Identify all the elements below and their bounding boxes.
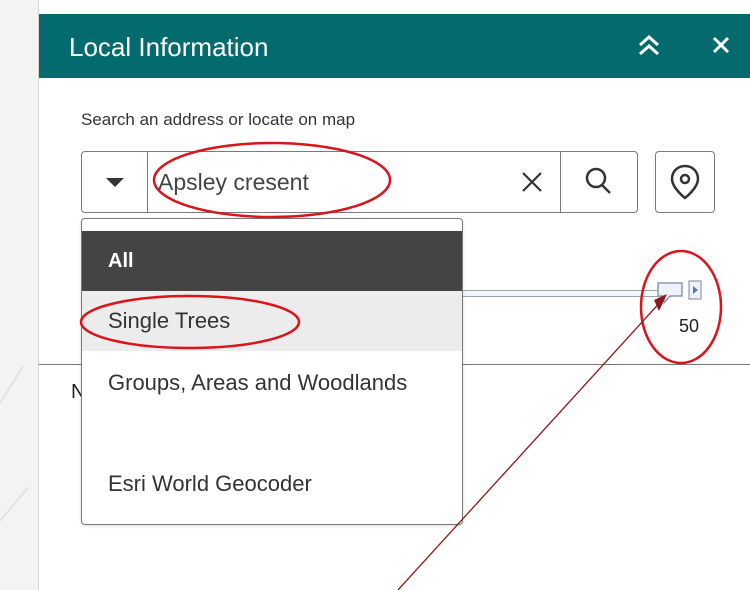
chevrons-up-icon xyxy=(639,34,659,56)
map-road-line xyxy=(0,365,25,404)
local-information-panel: Local Information Search an address or l… xyxy=(38,0,750,590)
search-prompt: Search an address or locate on map xyxy=(81,110,356,129)
close-icon xyxy=(712,36,730,54)
buffer-slider-track[interactable] xyxy=(461,290,673,297)
map-background-edge xyxy=(0,0,38,590)
clear-search-button[interactable] xyxy=(517,167,547,197)
location-pin-icon xyxy=(670,164,700,200)
locate-on-map-button[interactable] xyxy=(655,151,715,213)
dropdown-option-groups-areas-woodlands[interactable]: Groups, Areas and Woodlands xyxy=(82,364,462,444)
slider-handle-icon[interactable] xyxy=(656,280,684,306)
close-icon xyxy=(522,172,542,192)
slider-value: 50 xyxy=(679,316,700,336)
search-input[interactable] xyxy=(158,162,498,202)
panel-title: Local Information xyxy=(69,32,269,62)
dropdown-option-all[interactable]: All xyxy=(82,231,462,291)
map-road-line xyxy=(0,486,30,522)
slider-increment-icon[interactable] xyxy=(688,280,702,300)
dropdown-option-esri-world-geocoder[interactable]: Esri World Geocoder xyxy=(82,459,462,509)
close-button[interactable] xyxy=(704,28,738,62)
search-bar xyxy=(81,151,638,213)
dropdown-option-single-trees[interactable]: Single Trees xyxy=(82,291,462,351)
panel-header: Local Information xyxy=(39,14,750,78)
caret-down-icon xyxy=(106,178,124,187)
search-source-toggle[interactable] xyxy=(82,152,148,212)
search-button[interactable] xyxy=(560,152,638,212)
search-icon xyxy=(585,167,611,194)
search-source-dropdown: All Single Trees Groups, Areas and Woodl… xyxy=(81,218,463,525)
collapse-button[interactable] xyxy=(632,28,666,62)
